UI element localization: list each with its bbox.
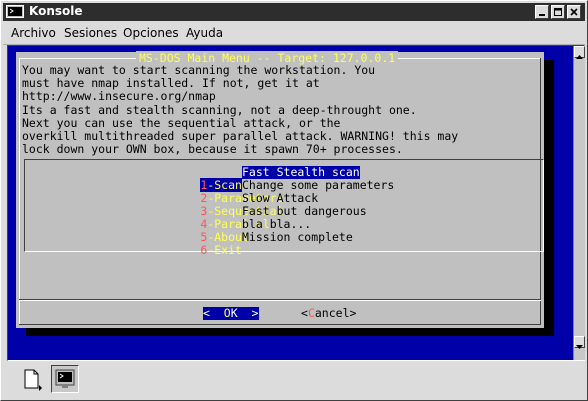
cancel-button[interactable]: <Cancel> xyxy=(301,307,356,320)
close-button[interactable] xyxy=(567,5,581,19)
minimize-button[interactable] xyxy=(535,5,549,19)
new-session-button[interactable] xyxy=(17,365,45,393)
arrow-down-icon xyxy=(576,345,583,349)
menu-ayuda[interactable]: Ayuda xyxy=(186,26,223,40)
ok-button[interactable]: < OK > xyxy=(203,307,259,320)
dialog-description: You may want to start scanning the works… xyxy=(22,63,459,157)
menu-opciones[interactable]: Opciones xyxy=(123,26,179,40)
menu-archivo[interactable]: Archivo xyxy=(11,26,56,40)
option-exit[interactable]: 6-Exit Mission complete xyxy=(145,231,352,257)
titlebar[interactable]: Konsole xyxy=(3,3,585,21)
minimize-icon xyxy=(539,14,545,16)
dialog-shadow-right xyxy=(544,60,554,336)
menubar: Archivo Sesiones Opciones Ayuda xyxy=(3,22,585,45)
menu-sesiones[interactable]: Sesiones xyxy=(64,26,117,40)
terminal-scrollbar[interactable] xyxy=(573,46,585,360)
scroll-up-button[interactable] xyxy=(574,46,585,59)
menu-dialog: MS-DOS Main Menu -- Target: 127.0.0.1 Yo… xyxy=(16,51,544,328)
scroll-down-button[interactable] xyxy=(574,336,585,349)
maximize-icon xyxy=(554,8,562,16)
session-tab-button[interactable] xyxy=(51,365,79,393)
terminal-area[interactable]: MS-DOS Main Menu -- Target: 127.0.0.1 Yo… xyxy=(7,45,585,361)
terminal-app-icon xyxy=(6,5,24,18)
konsole-terminal-icon xyxy=(55,369,75,388)
option-scan[interactable]: 1-Scan Fast Stealth scan xyxy=(145,166,360,192)
konsole-window: Konsole Archivo Sesiones Opciones Ayuda … xyxy=(0,0,588,401)
option-about[interactable]: 5-About bla bla... xyxy=(145,218,311,244)
window-title: Konsole xyxy=(29,4,83,18)
close-icon xyxy=(570,8,578,16)
new-session-icon xyxy=(24,369,42,391)
maximize-button[interactable] xyxy=(551,5,565,19)
arrow-up-icon xyxy=(576,55,583,59)
dialog-shadow-bottom xyxy=(26,328,554,336)
session-toolbar xyxy=(3,361,585,399)
